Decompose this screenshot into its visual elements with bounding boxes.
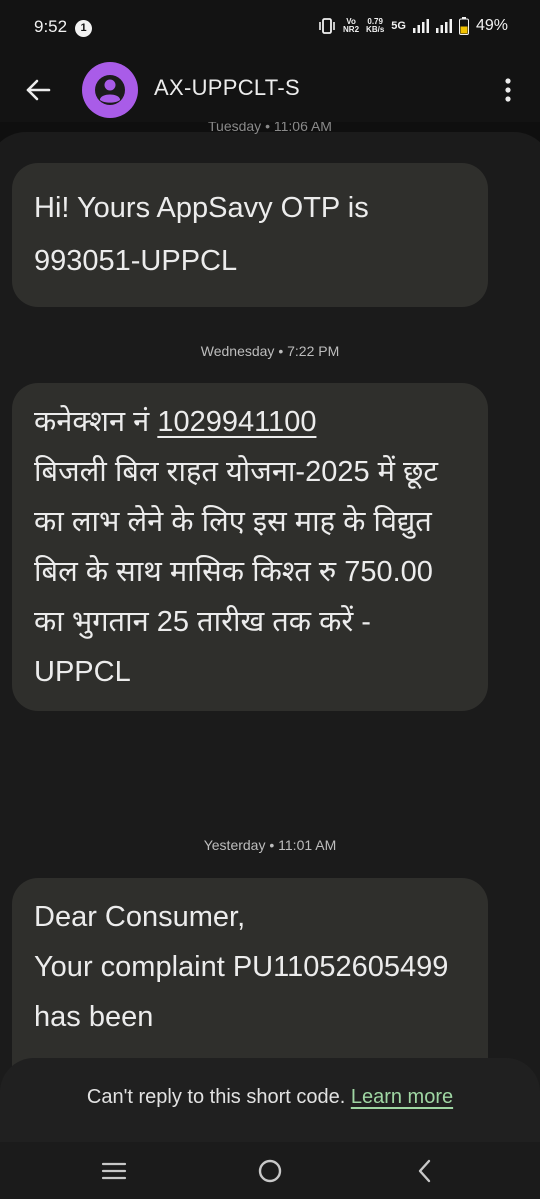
battery-percentage: 49% [475, 17, 508, 34]
status-icons: Vo NR2 0.79 KB/s 5G 49% [318, 17, 508, 35]
message-timestamp: Yesterday • 11:01 AM [203, 837, 337, 853]
message-bubble[interactable]: कनेक्शन नं 1029941100 बिजली बिल राहत योजन… [12, 383, 488, 711]
learn-more-link[interactable]: Learn more [351, 1086, 453, 1108]
navigation-bar [0, 1142, 540, 1199]
contact-name[interactable]: AX-UPPCLT-S [154, 75, 300, 101]
message-bubble[interactable]: Hi! Yours AppSavy OTP is 993051-UPPCL [12, 163, 488, 307]
volte-indicator: Vo NR2 [343, 18, 359, 34]
signal-icon-2 [435, 19, 452, 33]
recents-icon[interactable] [101, 1161, 127, 1181]
person-icon [95, 75, 125, 105]
reply-note-text: Can't reply to this short code. [86, 1086, 351, 1108]
network-type: 5G [391, 20, 406, 32]
reply-disabled-note: Can't reply to this short code. Learn mo… [0, 1058, 540, 1142]
message-body: बिजली बिल राहत योजना-2025 में छूट का लाभ… [34, 456, 438, 688]
message-timestamp: Wednesday • 7:22 PM [200, 343, 340, 359]
back-arrow-icon[interactable] [22, 74, 54, 106]
notification-badge: 1 [75, 20, 92, 37]
message-timestamp: Tuesday • 11:06 AM [208, 122, 332, 134]
net-speed: 0.79 KB/s [366, 18, 384, 34]
connection-number-link[interactable]: 1029941100 [157, 406, 316, 438]
home-icon[interactable] [257, 1158, 283, 1184]
battery-icon [458, 17, 469, 35]
more-vert-icon[interactable] [504, 76, 512, 104]
volte-bottom-label: NR2 [343, 25, 360, 34]
message-list[interactable]: Tuesday • 11:06 AM Hi! Yours AppSavy OTP… [0, 122, 540, 1142]
conversation-header: AX-UPPCLT-S [0, 58, 540, 122]
avatar[interactable] [82, 62, 138, 118]
vibrate-icon [319, 18, 335, 34]
status-time: 9:52 [34, 17, 68, 36]
status-bar: 9:52 1 Vo NR2 0.79 KB/s 5G 49% [0, 0, 540, 58]
messages-screen: 9:52 1 Vo NR2 0.79 KB/s 5G 49% AX-UPPCLT… [0, 0, 540, 1199]
net-speed-unit: KB/s [366, 25, 385, 34]
back-icon[interactable] [414, 1158, 436, 1184]
message-prefix: कनेक्शन नं [34, 406, 158, 438]
signal-icon [412, 19, 429, 33]
